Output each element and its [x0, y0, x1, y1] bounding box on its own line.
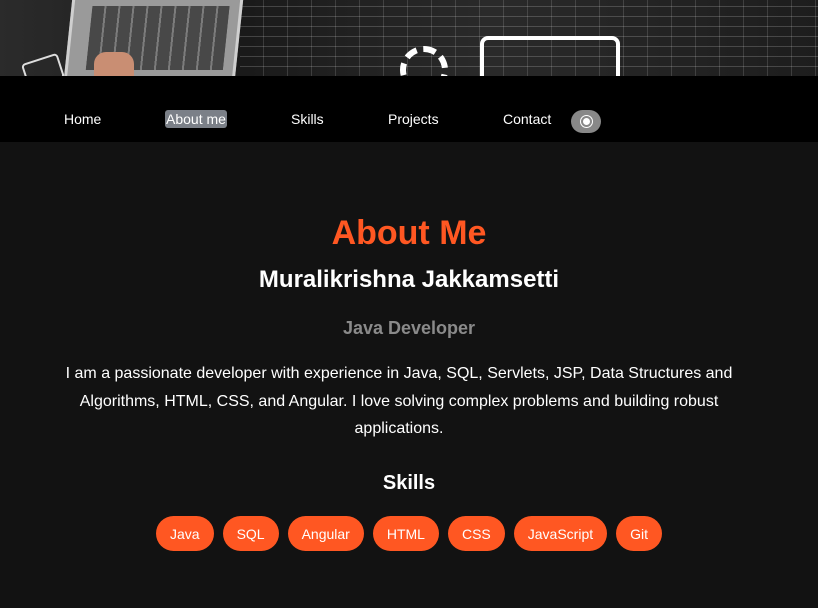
nav-skills[interactable]: Skills — [290, 110, 325, 128]
section-title: About Me — [331, 214, 487, 252]
nav-projects[interactable]: Projects — [387, 110, 440, 128]
nav-about-me[interactable]: About me — [165, 110, 227, 128]
skill-chip: SQL — [222, 516, 279, 551]
skill-chip: CSS — [447, 516, 505, 551]
sun-icon — [582, 118, 590, 125]
skill-chips: Java SQL Angular HTML CSS JavaScript Git — [0, 516, 818, 551]
bio-paragraph: I am a passionate developer with experie… — [65, 365, 733, 437]
developer-name: Muralikrishna Jakkamsetti — [258, 266, 560, 293]
nav-contact[interactable]: Contact — [502, 110, 552, 128]
header-banner-image — [0, 0, 818, 76]
navbar — [0, 76, 818, 142]
theme-toggle-button[interactable] — [571, 110, 601, 133]
phone-icon — [20, 52, 66, 76]
skill-chip: Git — [616, 516, 663, 551]
developer-role: Java Developer — [342, 318, 476, 338]
nav-home[interactable]: Home — [63, 110, 102, 128]
hand-graphic — [94, 52, 134, 76]
skill-chip: HTML — [372, 516, 439, 551]
code-monitor-icon — [480, 36, 620, 76]
skills-title: Skills — [382, 472, 436, 494]
laptop-icon — [63, 0, 244, 76]
skill-chip: Java — [155, 516, 214, 551]
skill-chip: JavaScript — [513, 516, 608, 551]
skill-chip: Angular — [287, 516, 364, 551]
